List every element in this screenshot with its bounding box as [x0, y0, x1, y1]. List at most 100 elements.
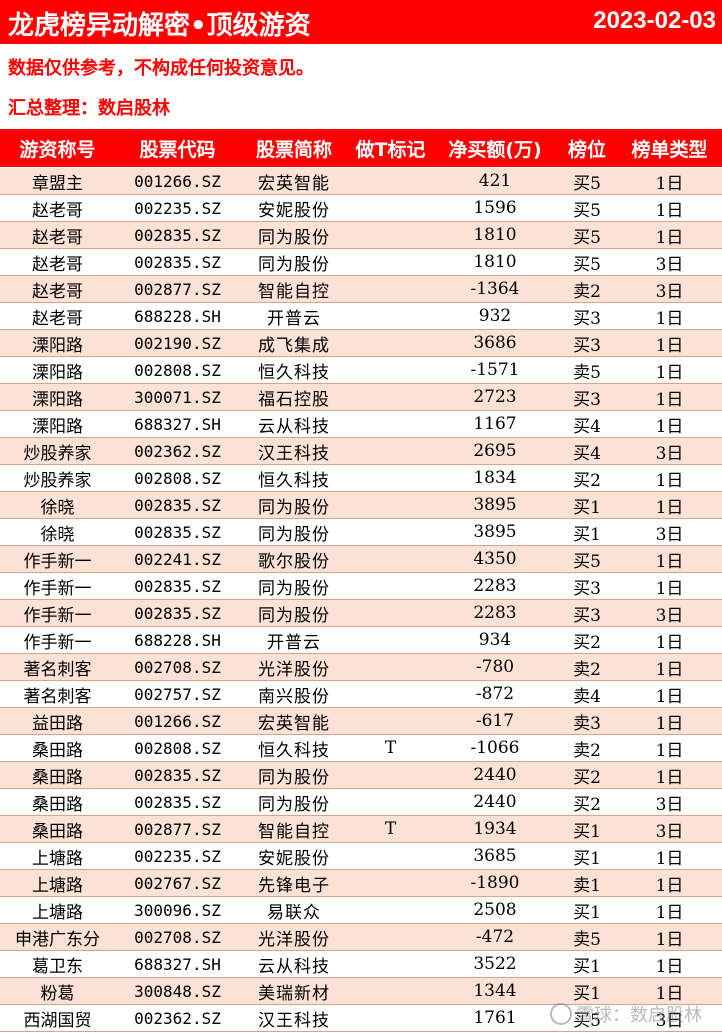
table-body: 章盟主 001266.SZ 宏英智能 421 买5 1日 赵老哥 002235.SZ 安妮股份 1…	[0, 167, 722, 1032]
cell-tmark	[348, 923, 433, 951]
table-row: 桑田路 002835.SZ 同为股份 2440 买2 1日	[0, 761, 722, 789]
cell-code: 002835.SZ	[115, 221, 240, 249]
cell-trader: 徐晓	[0, 491, 115, 519]
cell-type: 1日	[617, 842, 722, 870]
cell-rank: 买5	[557, 545, 617, 573]
cell-rank: 买5	[557, 194, 617, 222]
cell-tmark	[348, 842, 433, 870]
cell-name: 恒久科技	[240, 464, 348, 492]
column-header: 做T标记	[348, 129, 433, 168]
cell-trader: 溧阳路	[0, 383, 115, 411]
cell-name: 汉王科技	[240, 1004, 348, 1032]
cell-trader: 溧阳路	[0, 329, 115, 357]
column-header: 榜位	[557, 129, 617, 168]
cell-code: 001266.SZ	[115, 167, 240, 195]
cell-code: 300071.SZ	[115, 383, 240, 411]
cell-name: 安妮股份	[240, 842, 348, 870]
cell-tmark	[348, 356, 433, 384]
cell-trader: 桑田路	[0, 815, 115, 843]
cell-name: 南兴股份	[240, 680, 348, 708]
cell-code: 002190.SZ	[115, 329, 240, 357]
cell-trader: 赵老哥	[0, 275, 115, 303]
table-row: 赵老哥 002835.SZ 同为股份 1810 买5 3日	[0, 248, 722, 276]
cell-name: 美瑞新材	[240, 977, 348, 1005]
cell-tmark: T	[348, 815, 433, 843]
cell-name: 开普云	[240, 302, 348, 330]
cell-code: 002877.SZ	[115, 815, 240, 843]
cell-name: 开普云	[240, 626, 348, 654]
cell-tmark	[348, 194, 433, 222]
cell-type: 1日	[617, 221, 722, 249]
cell-rank: 买1	[557, 518, 617, 546]
cell-name: 汉王科技	[240, 437, 348, 465]
cell-amount: 4350	[433, 545, 557, 573]
cell-tmark: T	[348, 734, 433, 762]
cell-amount: 2723	[433, 383, 557, 411]
page-title: 龙虎榜异动解密•顶级游资	[8, 11, 311, 41]
cell-type: 1日	[617, 896, 722, 924]
cell-tmark	[348, 1004, 433, 1032]
report-date: 2023-02-03	[593, 7, 716, 34]
cell-type: 1日	[617, 761, 722, 789]
cell-trader: 赵老哥	[0, 221, 115, 249]
cell-type: 1日	[617, 329, 722, 357]
cell-trader: 作手新一	[0, 626, 115, 654]
cell-code: 300096.SZ	[115, 896, 240, 924]
table-row: 赵老哥 002235.SZ 安妮股份 1596 买5 1日	[0, 194, 722, 222]
cell-amount: 1761	[433, 1004, 557, 1032]
cell-name: 福石控股	[240, 383, 348, 411]
cell-name: 云从科技	[240, 950, 348, 978]
cell-rank: 买2	[557, 788, 617, 816]
cell-amount: 1596	[433, 194, 557, 222]
cell-name: 歌尔股份	[240, 545, 348, 573]
cell-code: 002241.SZ	[115, 545, 240, 573]
cell-rank: 买1	[557, 815, 617, 843]
cell-name: 同为股份	[240, 572, 348, 600]
cell-rank: 买1	[557, 896, 617, 924]
table-row: 炒股养家 002362.SZ 汉王科技 2695 买4 3日	[0, 437, 722, 465]
dragon-tiger-table: 游资称号 股票代码 股票简称 做T标记 净买额(万) 榜位 榜单类型 章盟主 00…	[0, 129, 722, 1032]
table-row: 益田路 001266.SZ 宏英智能 -617 卖3 1日	[0, 707, 722, 735]
table-row: 申港广东分 002708.SZ 光洋股份 -472 卖5 1日	[0, 923, 722, 951]
table-row: 作手新一 002835.SZ 同为股份 2283 买3 1日	[0, 572, 722, 600]
cell-amount: 2283	[433, 572, 557, 600]
cell-amount: 2508	[433, 896, 557, 924]
cell-trader: 申港广东分	[0, 923, 115, 951]
cell-amount: 3685	[433, 842, 557, 870]
cell-trader: 上塘路	[0, 896, 115, 924]
table-row: 徐晓 002835.SZ 同为股份 3895 买1 3日	[0, 518, 722, 546]
cell-rank: 买5	[557, 248, 617, 276]
cell-code: 002235.SZ	[115, 842, 240, 870]
cell-tmark	[348, 221, 433, 249]
column-header: 净买额(万)	[433, 129, 557, 168]
cell-type: 1日	[617, 302, 722, 330]
cell-type: 3日	[617, 275, 722, 303]
cell-type: 1日	[617, 626, 722, 654]
cell-trader: 作手新一	[0, 545, 115, 573]
cell-tmark	[348, 788, 433, 816]
cell-rank: 买3	[557, 383, 617, 411]
cell-amount: -472	[433, 923, 557, 951]
cell-tmark	[348, 707, 433, 735]
cell-trader: 益田路	[0, 707, 115, 735]
cell-amount: 3522	[433, 950, 557, 978]
cell-trader: 徐晓	[0, 518, 115, 546]
cell-code: 002835.SZ	[115, 248, 240, 276]
cell-amount: -1571	[433, 356, 557, 384]
table-row: 赵老哥 002877.SZ 智能自控 -1364 卖2 3日	[0, 275, 722, 303]
cell-trader: 赵老哥	[0, 302, 115, 330]
cell-rank: 买5	[557, 221, 617, 249]
table-row: 徐晓 002835.SZ 同为股份 3895 买1 1日	[0, 491, 722, 519]
table-row: 作手新一 688228.SH 开普云 934 买2 1日	[0, 626, 722, 654]
cell-trader: 赵老哥	[0, 194, 115, 222]
cell-type: 1日	[617, 572, 722, 600]
cell-tmark	[348, 437, 433, 465]
cell-tmark	[348, 869, 433, 897]
cell-amount: -1890	[433, 869, 557, 897]
cell-amount: 1344	[433, 977, 557, 1005]
title-bar: 龙虎榜异动解密•顶级游资 2023-02-03	[0, 0, 722, 44]
cell-tmark	[348, 977, 433, 1005]
cell-type: 1日	[617, 491, 722, 519]
cell-trader: 溧阳路	[0, 356, 115, 384]
cell-tmark	[348, 896, 433, 924]
